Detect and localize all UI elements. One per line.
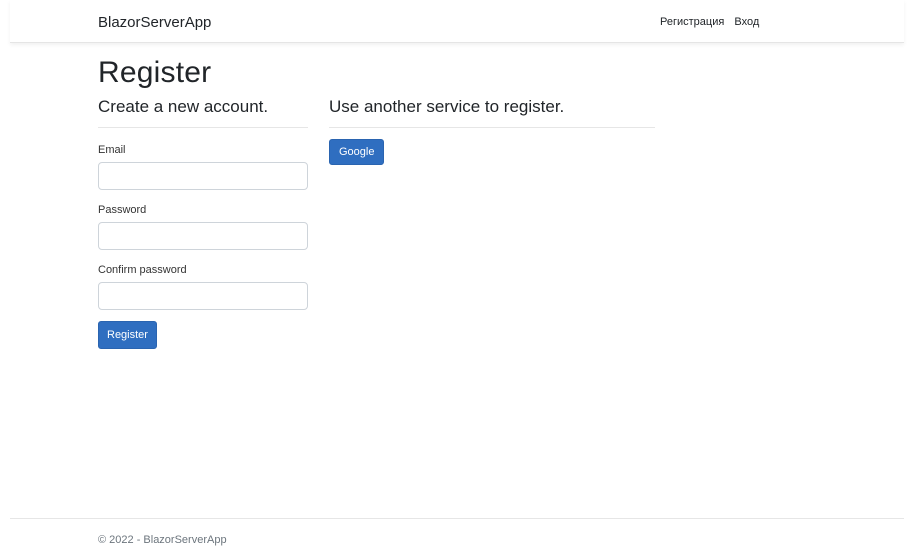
confirm-password-field[interactable] xyxy=(98,282,308,310)
divider xyxy=(329,127,655,128)
confirm-password-label: Confirm password xyxy=(98,264,187,276)
google-login-button[interactable]: Google xyxy=(329,139,385,165)
email-label: Email xyxy=(98,144,126,156)
email-field[interactable] xyxy=(98,162,308,190)
divider xyxy=(98,127,308,128)
page-title: Register xyxy=(98,56,212,89)
password-label: Password xyxy=(98,204,147,216)
footer-divider xyxy=(10,518,904,519)
password-field[interactable] xyxy=(98,222,308,250)
register-form: Create a new account. Email Password Con… xyxy=(98,96,308,349)
footer-copyright: © 2022 - BlazorServerApp xyxy=(98,534,227,546)
register-button[interactable]: Register xyxy=(98,321,157,349)
navbar-links: Регистрация Вход xyxy=(660,16,766,28)
register-form-heading: Create a new account. xyxy=(98,97,269,116)
nav-register-link[interactable]: Регистрация xyxy=(660,16,724,28)
navbar: BlazorServerApp Регистрация Вход xyxy=(10,0,904,43)
navbar-brand-link[interactable]: BlazorServerApp xyxy=(98,14,211,31)
page: BlazorServerApp Регистрация Вход Registe… xyxy=(0,0,914,547)
external-login-heading: Use another service to register. xyxy=(329,97,565,116)
main-content: Register Create a new account. Email Pas… xyxy=(98,56,798,349)
external-login-section: Use another service to register. Google xyxy=(329,96,655,165)
nav-login-link[interactable]: Вход xyxy=(734,16,759,28)
